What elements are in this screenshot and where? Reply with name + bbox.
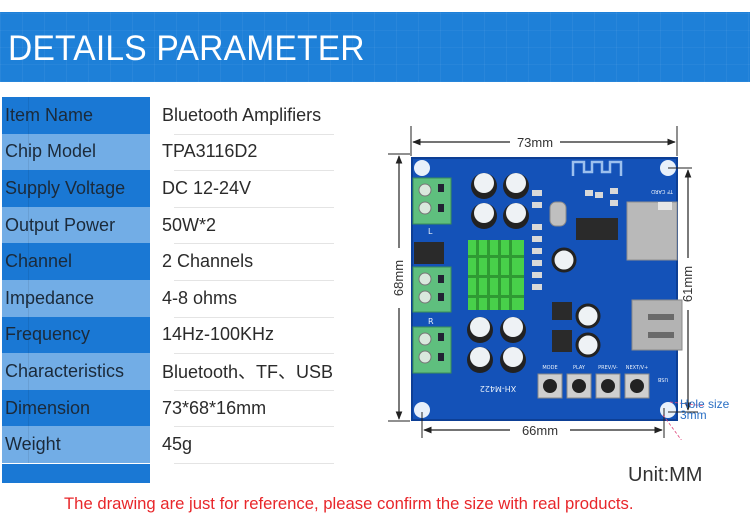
spec-value: 45g [162, 434, 193, 455]
spec-value: 14Hz-100KHz [162, 324, 275, 345]
spec-row: Item Name Bluetooth Amplifiers [2, 97, 372, 135]
tf-card-label: TF CARD [651, 188, 674, 194]
terminal-block-power [412, 266, 452, 313]
button-label-mode: MODE [542, 365, 557, 371]
board-diagram: L R XH-M422 TF CARD USB MODE PLAY PREV/V… [388, 126, 730, 440]
spec-row: Characteristics Bluetooth、TF、USB [2, 353, 372, 391]
spec-table: Item Name Bluetooth Amplifiers Chip Mode… [2, 97, 372, 464]
hole-spacing-dimension-label: 66mm [522, 423, 558, 438]
spec-label: Dimension [2, 389, 150, 427]
spec-value: Bluetooth Amplifiers [162, 104, 322, 125]
spec-value: 50W*2 [162, 214, 217, 235]
spec-value: 73*68*16mm [162, 397, 267, 418]
spec-row: Impedance 4-8 ohms [2, 279, 372, 318]
table-footer-bar [2, 464, 150, 483]
mounting-hole-icon [414, 160, 430, 176]
capacitor-icon [575, 332, 601, 358]
button-label-prev: PREV/V- [598, 365, 618, 371]
terminal-block-right [412, 326, 452, 374]
spec-row: Output Power 50W*2 [2, 206, 372, 245]
spec-row: Dimension 73*68*16mm [2, 389, 372, 428]
spec-value: TPA3116D2 [162, 141, 258, 162]
crystal-oscillator [549, 201, 567, 227]
spec-row: Supply Voltage DC 12-24V [2, 170, 372, 208]
disclaimer-text: The drawing are just for reference, plea… [64, 494, 634, 513]
usb-label: USB [657, 376, 668, 382]
spec-row: Chip Model TPA3116D2 [2, 133, 372, 172]
button-label-next: NEXT/V+ [626, 365, 649, 371]
button-label-play: PLAY [573, 365, 586, 371]
spec-label: Frequency [2, 316, 150, 354]
spec-label: Characteristics [2, 353, 150, 390]
page-title: DETAILS PARAMETER [8, 29, 365, 68]
left-channel-label: L [428, 227, 433, 236]
unit-label: Unit:MM [628, 464, 703, 486]
tf-card-slot [626, 201, 678, 261]
capacitor-icon [551, 247, 577, 273]
heatsink [468, 240, 524, 310]
width-dimension-label: 73mm [517, 135, 553, 150]
spec-label: Weight [2, 426, 150, 463]
row-divider [174, 462, 334, 464]
spec-label: Impedance [2, 279, 150, 317]
spec-value: Bluetooth、TF、USB [162, 362, 334, 383]
voltage-regulator [552, 330, 572, 352]
inner-height-dimension-label: 61mm [680, 266, 695, 302]
ic-chip [576, 218, 618, 240]
voltage-regulator [552, 302, 572, 320]
capacitor-icon [575, 303, 601, 329]
spec-label: Supply Voltage [2, 170, 150, 207]
hole-size-value: 3mm [680, 408, 707, 422]
spec-value: 2 Channels [162, 251, 254, 272]
spec-row: Weight 45g [2, 426, 372, 464]
spec-label: Channel [2, 243, 150, 280]
spec-value: DC 12-24V [162, 177, 252, 198]
spec-label: Output Power [2, 206, 150, 244]
board-model-label: XH-M422 [480, 384, 517, 393]
right-channel-label: R [428, 317, 434, 326]
spec-label: Item Name [2, 97, 150, 134]
diode-icon [414, 242, 444, 264]
terminal-block-left [412, 177, 452, 225]
spec-row: Channel 2 Channels [2, 243, 372, 281]
mounting-hole-icon [660, 402, 676, 418]
usb-port [631, 299, 683, 351]
spec-row: Frequency 14Hz-100KHz [2, 316, 372, 355]
height-dimension-label: 68mm [391, 260, 406, 296]
header-banner: DETAILS PARAMETER [0, 12, 750, 82]
spec-label: Chip Model [2, 133, 150, 171]
spec-value: 4-8 ohms [162, 287, 238, 308]
